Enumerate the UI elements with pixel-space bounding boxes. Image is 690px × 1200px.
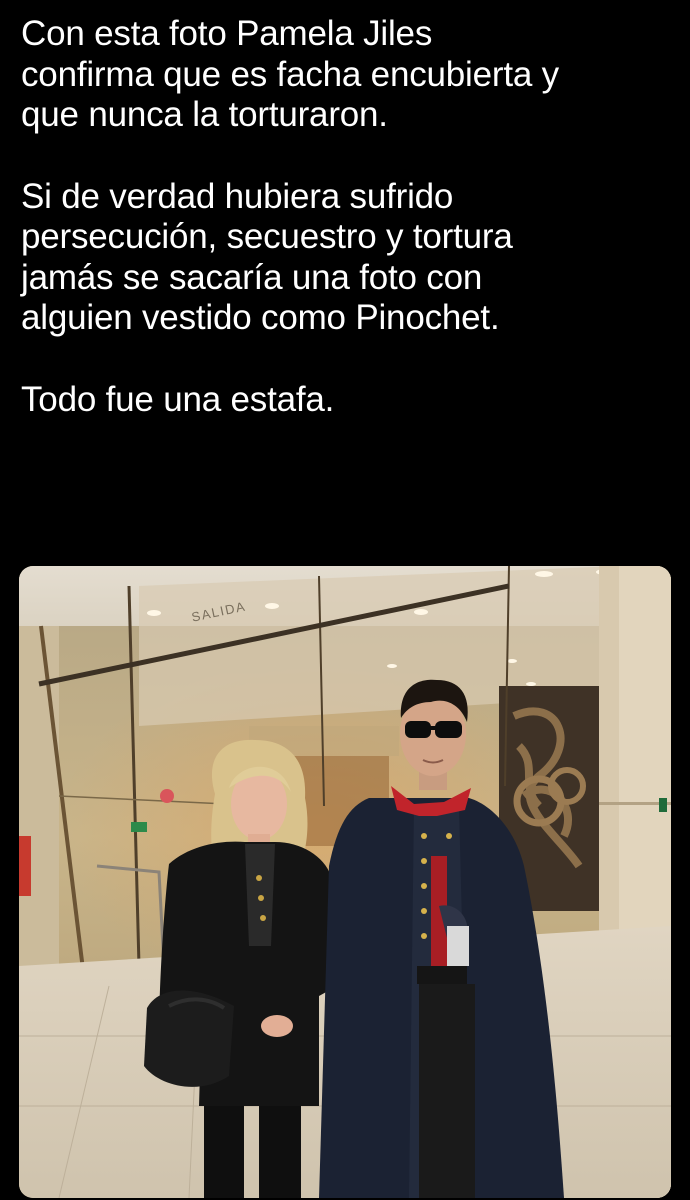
tweet-text: Con esta foto Pamela Jiles confirma que … [21, 14, 681, 420]
photo-scene: SALIDA [19, 566, 671, 1198]
tweet-photo[interactable]: SALIDA [19, 566, 671, 1198]
tweet-paragraph-2: Si de verdad hubiera sufrido persecución… [21, 176, 513, 338]
tweet-paragraph-3: Todo fue una estafa. [21, 379, 335, 419]
tweet-paragraph-1: Con esta foto Pamela Jiles confirma que … [21, 14, 559, 134]
